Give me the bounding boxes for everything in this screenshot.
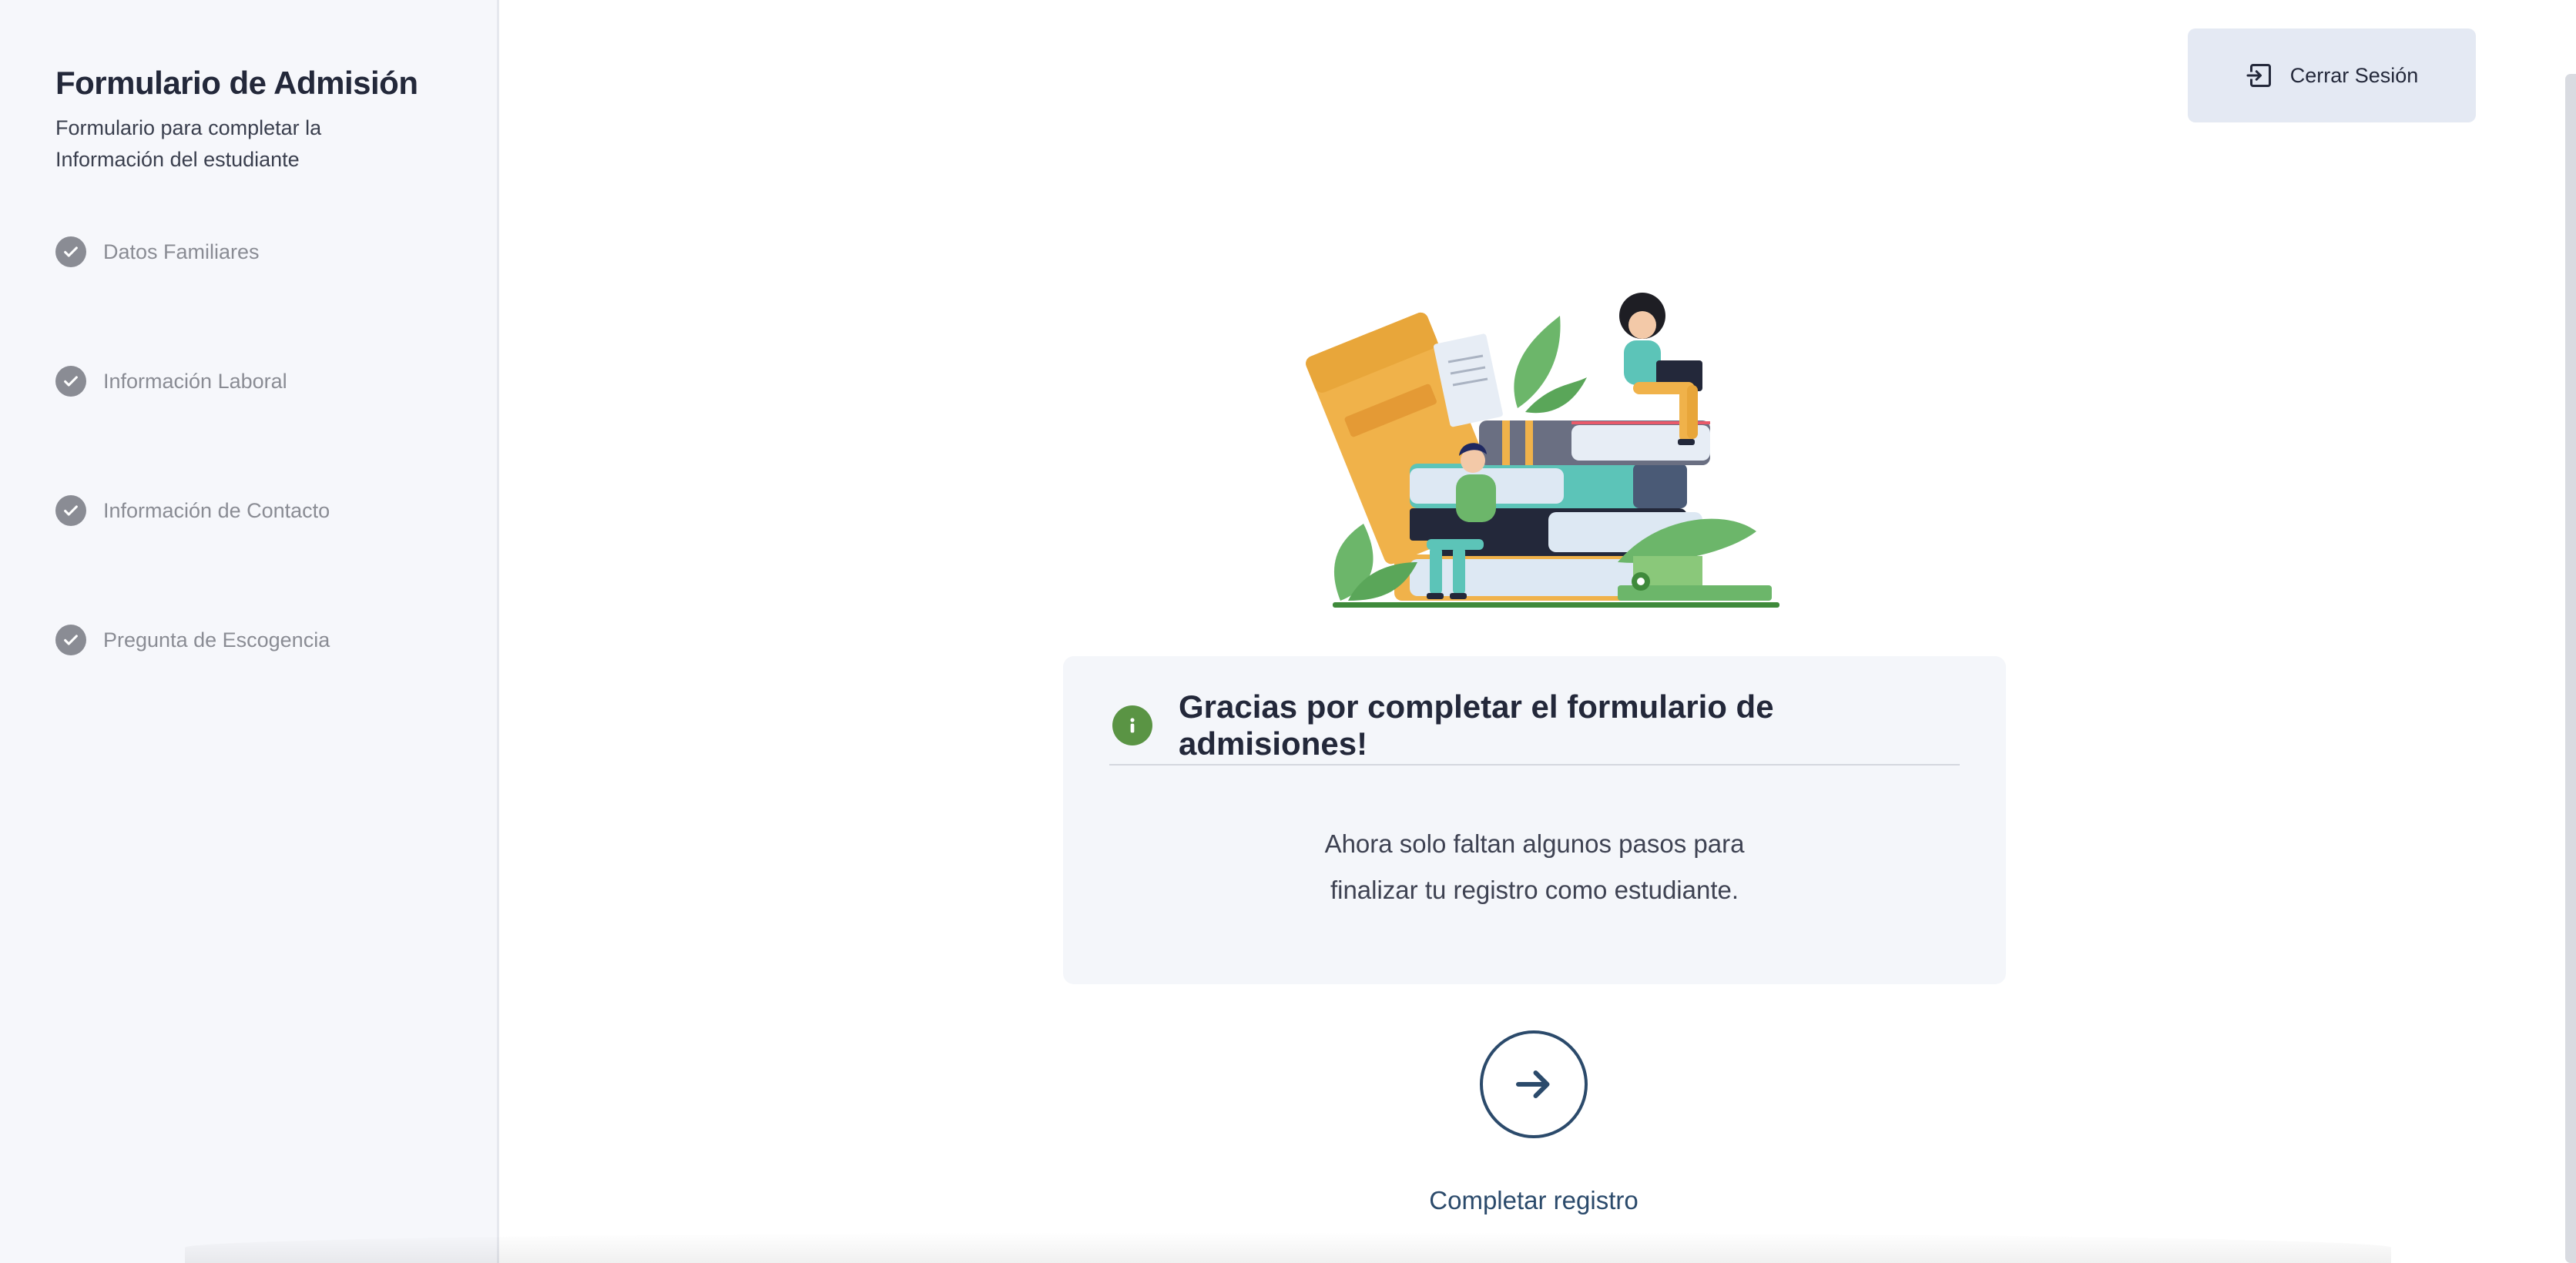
sign-out-icon (2246, 62, 2273, 89)
card-header: Gracias por completar el formulario de a… (1109, 688, 1960, 766)
step-datos-familiares[interactable]: Datos Familiares (55, 236, 456, 268)
scrollbar[interactable] (2565, 74, 2576, 1263)
step-pregunta-escogencia[interactable]: Pregunta de Escogencia (55, 624, 456, 656)
step-label: Información de Contacto (103, 498, 330, 522)
logout-button[interactable]: Cerrar Sesión (2188, 28, 2476, 122)
info-icon (1112, 705, 1152, 745)
step-informacion-laboral[interactable]: Información Laboral (55, 365, 456, 397)
check-circle-icon (55, 625, 86, 655)
card-message: Ahora solo faltan algunos pasos para fin… (1109, 821, 1960, 913)
check-circle-icon (55, 236, 86, 267)
sidebar-subtitle: Formulario para completar la Información… (55, 116, 322, 171)
completion-card: Gracias por completar el formulario de a… (1063, 656, 2006, 984)
arrow-right-icon (1516, 1070, 1550, 1098)
bottom-shadow (185, 1232, 2391, 1263)
card-message-line-2: finalizar tu registro como estudiante. (1330, 876, 1739, 904)
complete-registration-link[interactable]: Completar registro (1340, 1186, 1727, 1215)
step-informacion-contacto[interactable]: Información de Contacto (55, 494, 456, 527)
sidebar-title: Formulario de Admisión (55, 65, 418, 101)
step-label: Datos Familiares (103, 240, 260, 263)
step-label: Información Laboral (103, 369, 287, 393)
complete-registration-button[interactable] (1480, 1030, 1588, 1138)
card-message-line-1: Ahora solo faltan algunos pasos para (1324, 829, 1745, 858)
students-books-illustration (1294, 285, 1787, 616)
sidebar: Formulario de Admisión Formulario para c… (0, 0, 499, 1263)
check-circle-icon (55, 495, 86, 526)
card-title: Gracias por completar el formulario de a… (1179, 688, 1774, 762)
app-root: Formulario de Admisión Formulario para c… (0, 0, 2576, 1263)
logout-label: Cerrar Sesión (2289, 63, 2419, 87)
step-label: Pregunta de Escogencia (103, 628, 330, 652)
check-circle-icon (55, 366, 86, 397)
